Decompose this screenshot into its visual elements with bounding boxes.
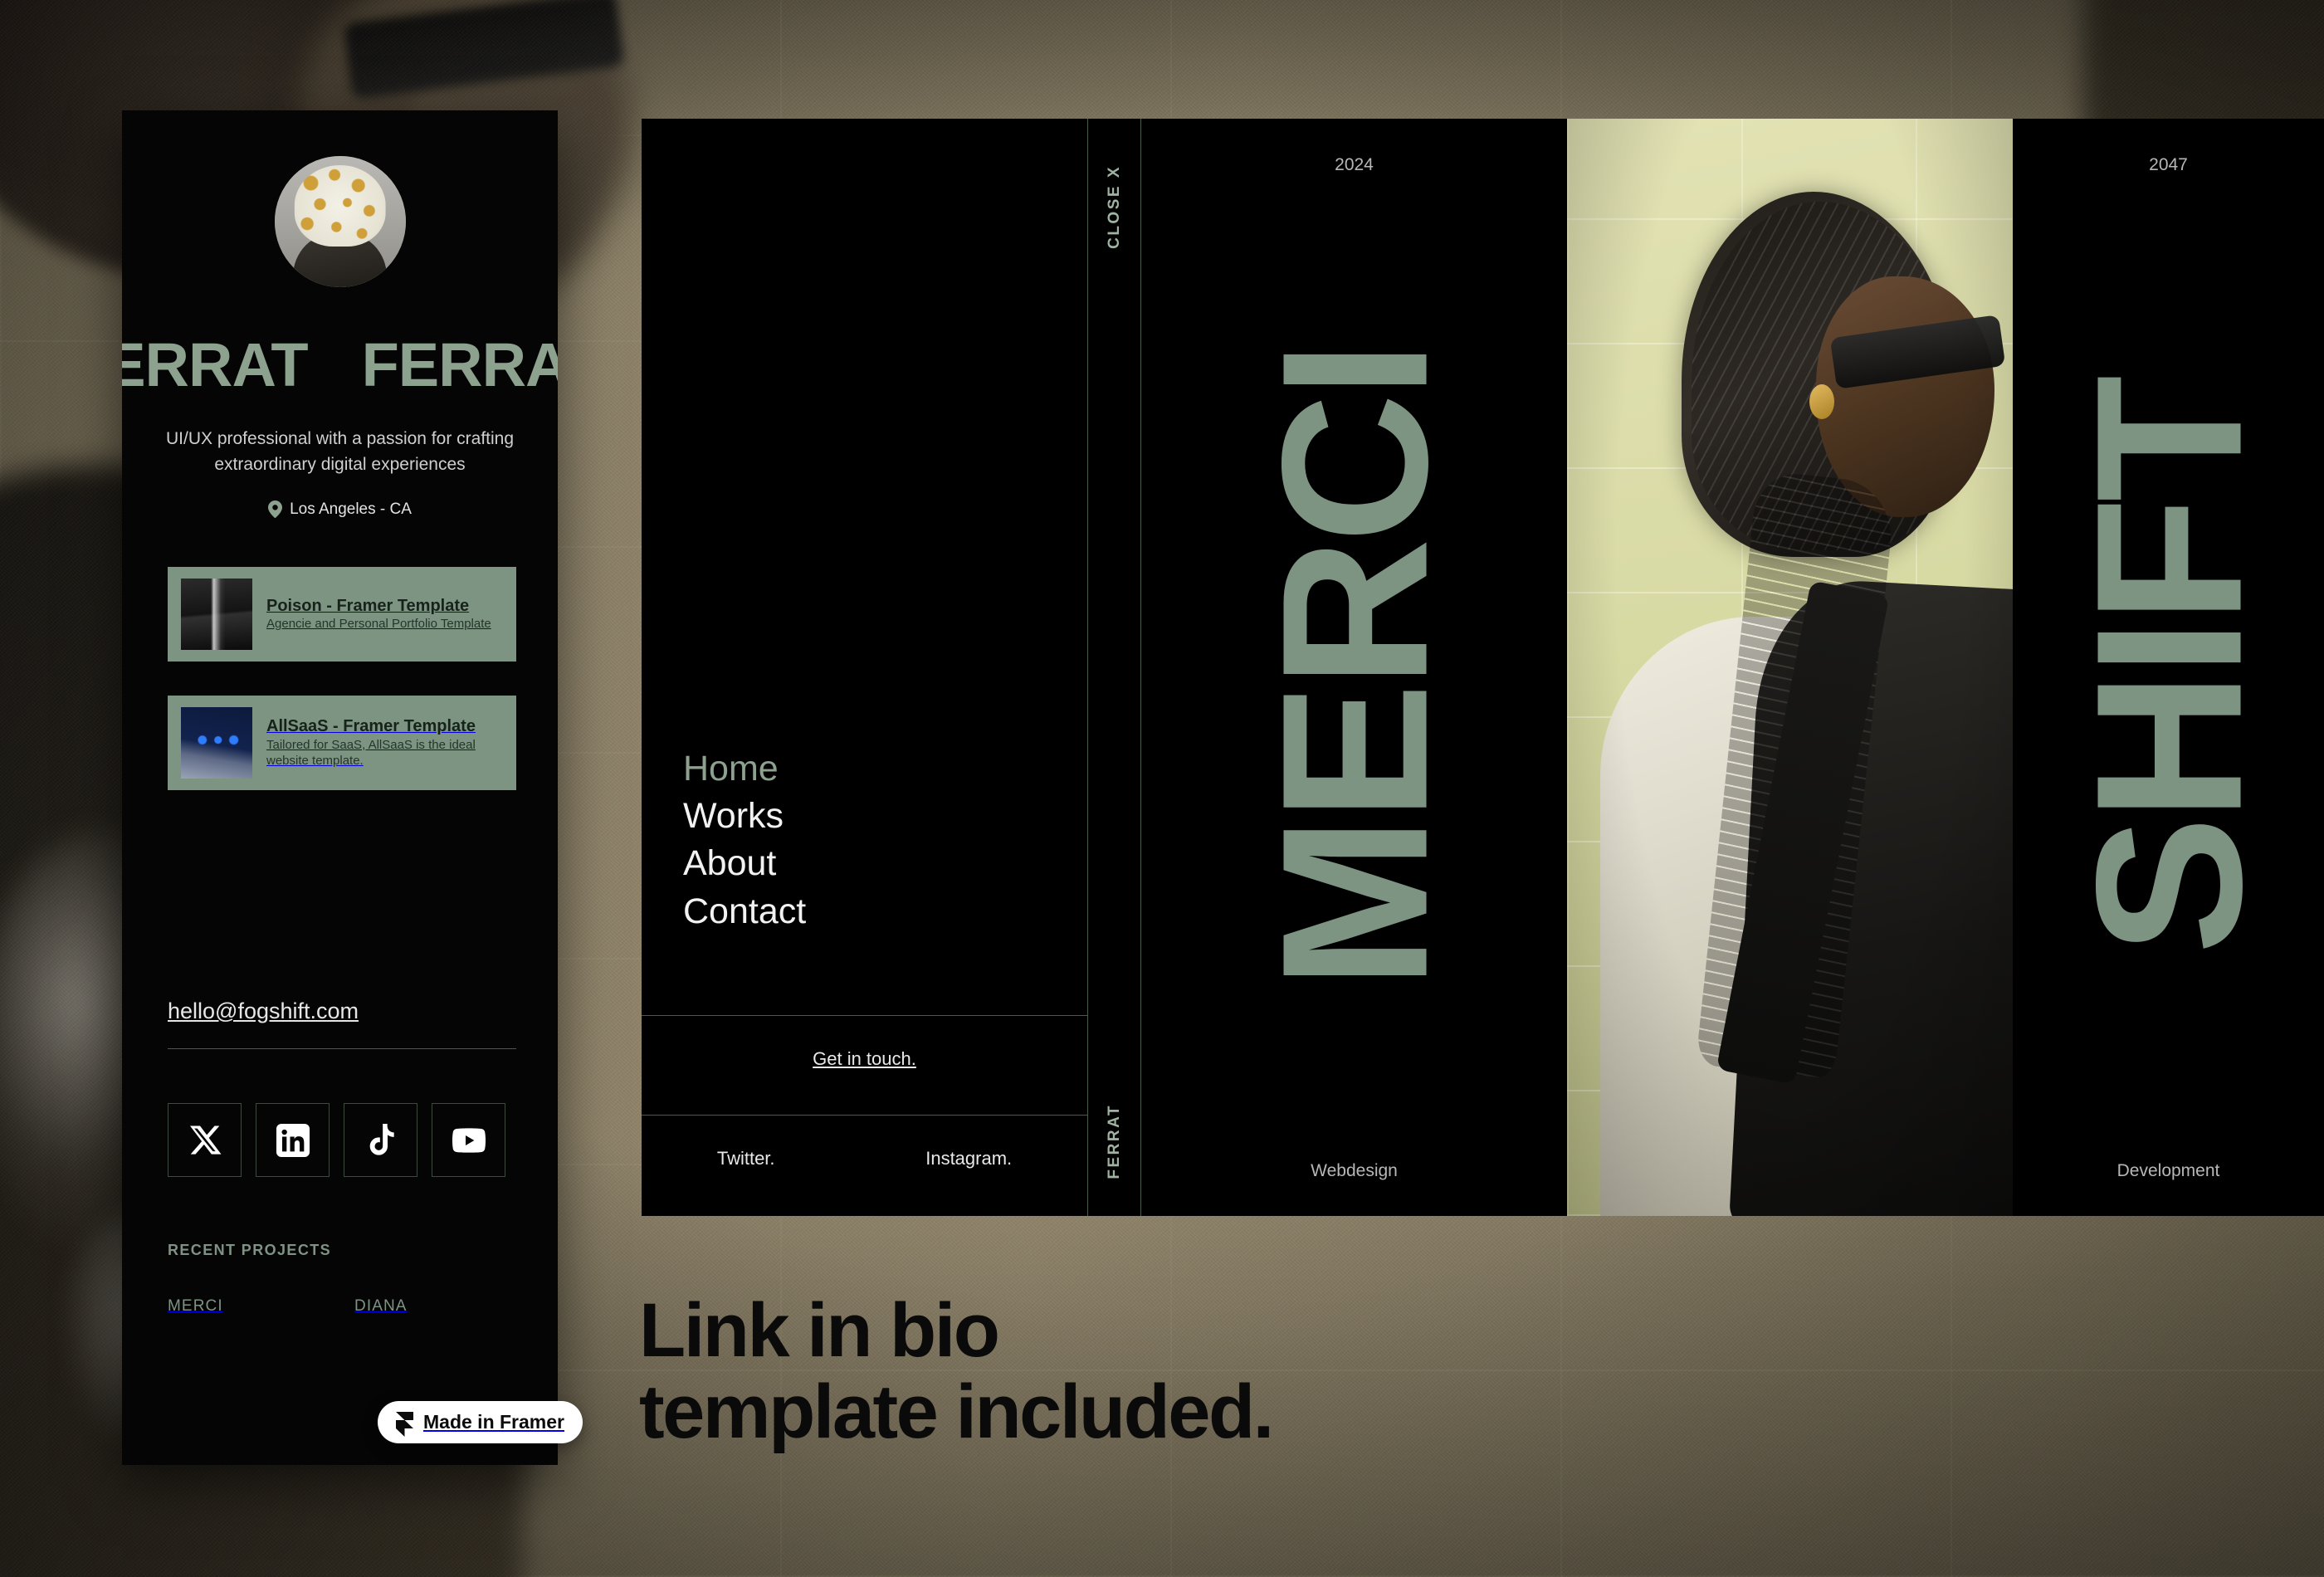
recent-projects-label: RECENT PROJECTS bbox=[168, 1242, 332, 1258]
instagram-link[interactable]: Instagram. bbox=[925, 1148, 1012, 1169]
youtube-icon[interactable] bbox=[432, 1103, 505, 1177]
project-title: SHIFT bbox=[2053, 379, 2284, 955]
project-thumbnail bbox=[181, 707, 252, 779]
nav-item-home[interactable]: Home bbox=[683, 745, 806, 793]
project-title: MERCI bbox=[1238, 345, 1470, 989]
menu-social-links: Twitter. Instagram. bbox=[642, 1148, 1087, 1169]
vertical-rail: CLOSE X FERRAT bbox=[1088, 119, 1140, 1216]
nav-item-about[interactable]: About bbox=[683, 840, 806, 887]
avatar bbox=[274, 156, 406, 287]
divider bbox=[642, 1115, 1087, 1116]
social-links bbox=[168, 1103, 505, 1177]
recent-project-name: MERCI bbox=[168, 1297, 223, 1315]
map-pin-icon bbox=[268, 500, 283, 519]
tagline: UI/UX professional with a passion for cr… bbox=[165, 429, 515, 475]
get-in-touch-link[interactable]: Get in touch. bbox=[642, 1048, 1087, 1070]
rail-brand-label: FERRAT bbox=[1105, 1104, 1123, 1179]
linkedin-icon[interactable] bbox=[256, 1103, 330, 1177]
tiktok-icon[interactable] bbox=[344, 1103, 417, 1177]
project-card-poison[interactable]: Poison - Framer Template Agencie and Per… bbox=[168, 567, 516, 662]
email-link[interactable]: hello@fogshift.com bbox=[168, 998, 359, 1024]
divider bbox=[642, 1015, 1087, 1016]
project-thumbnail bbox=[181, 579, 252, 650]
project-title: Poison - Framer Template bbox=[266, 597, 470, 616]
project-column-merci[interactable]: 2024 MERCI Webdesign bbox=[1141, 119, 1567, 1216]
framer-logo-icon bbox=[396, 1411, 413, 1437]
project-year: 2024 bbox=[1335, 155, 1374, 174]
recent-project-name: DIANA bbox=[354, 1297, 408, 1315]
made-in-framer-badge[interactable]: Made in Framer bbox=[378, 1401, 583, 1443]
project-photo-diana[interactable] bbox=[1567, 119, 2013, 1216]
project-subtitle: Tailored for SaaS, AllSaaS is the ideal … bbox=[266, 737, 476, 769]
recent-project-diana[interactable]: DIANA bbox=[354, 1297, 516, 1316]
main-navigation: Home Works About Contact bbox=[683, 745, 806, 935]
project-card-allsaas[interactable]: AllSaaS - Framer Template Tailored for S… bbox=[168, 696, 516, 790]
project-title: AllSaaS - Framer Template bbox=[266, 717, 476, 736]
nav-item-contact[interactable]: Contact bbox=[683, 888, 806, 935]
headline-line-2: template included. bbox=[639, 1369, 1274, 1454]
divider bbox=[168, 1048, 516, 1049]
project-tag: Webdesign bbox=[1311, 1161, 1398, 1180]
brand-marquee: FERRATFERRAT bbox=[122, 330, 558, 400]
project-column-shift[interactable]: 2047 SHIFT Development bbox=[2013, 119, 2324, 1216]
x-icon[interactable] bbox=[168, 1103, 242, 1177]
project-subtitle: Agencie and Personal Portfolio Template bbox=[266, 617, 491, 632]
project-year: 2047 bbox=[2149, 155, 2188, 174]
recent-project-merci[interactable]: MERCI bbox=[168, 1297, 330, 1316]
made-in-framer-label: Made in Framer bbox=[423, 1411, 564, 1433]
brand-name-2: FERRAT bbox=[361, 330, 558, 399]
avatar-bouquet bbox=[294, 165, 386, 247]
photo-vignette bbox=[1567, 119, 2013, 1216]
location: Los Angeles - CA bbox=[122, 500, 558, 519]
nav-item-works[interactable]: Works bbox=[683, 793, 806, 840]
menu-mockup-panel: Home Works About Contact Get in touch. T… bbox=[642, 119, 2324, 1216]
headline-line-1: Link in bio bbox=[639, 1288, 1000, 1373]
twitter-link[interactable]: Twitter. bbox=[717, 1148, 775, 1169]
menu-column: Home Works About Contact Get in touch. T… bbox=[642, 119, 1087, 1216]
close-button[interactable]: CLOSE X bbox=[1106, 165, 1124, 249]
link-in-bio-card: FERRATFERRAT UI/UX professional with a p… bbox=[122, 110, 558, 1465]
project-tag: Development bbox=[2116, 1161, 2220, 1180]
headline: Link in bio template included. bbox=[639, 1288, 1274, 1454]
location-label: Los Angeles - CA bbox=[290, 500, 412, 518]
